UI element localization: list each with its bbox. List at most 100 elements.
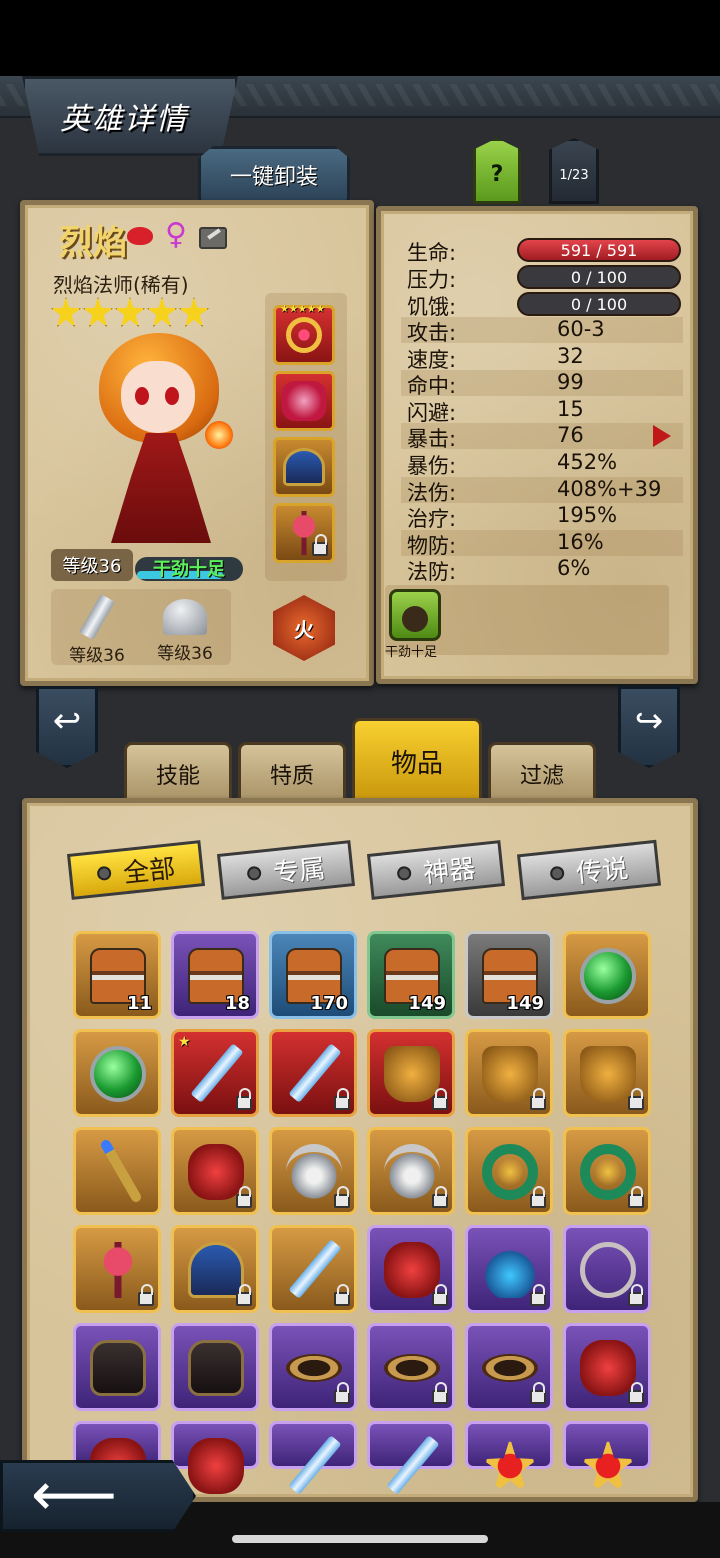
- helmet-slot[interactable]: [273, 437, 335, 497]
- inventory-item[interactable]: [367, 1421, 455, 1495]
- inventory-item[interactable]: [465, 1029, 553, 1117]
- female-icon: ♀: [165, 217, 187, 252]
- inventory-item[interactable]: 18: [171, 931, 259, 1019]
- inventory-item[interactable]: [367, 1225, 455, 1313]
- chestplate-icon: [188, 1340, 244, 1396]
- star-icon: [580, 1438, 636, 1494]
- sword-icon: [79, 593, 115, 641]
- stat-label: 暴伤:: [407, 454, 457, 478]
- inventory-item[interactable]: [269, 1323, 357, 1411]
- inventory-item[interactable]: [269, 1029, 357, 1117]
- next-hero-button[interactable]: ↪: [618, 686, 680, 768]
- lips-icon: [127, 227, 153, 245]
- inventory-item[interactable]: [563, 1421, 651, 1494]
- ring-slot[interactable]: ★★★★★: [273, 304, 335, 365]
- inventory-item[interactable]: [73, 1225, 161, 1313]
- inventory-item[interactable]: [563, 1225, 651, 1313]
- lock-icon: [312, 534, 328, 556]
- stat-value: 99: [557, 370, 584, 395]
- inventory-item[interactable]: [73, 1127, 161, 1215]
- back-button[interactable]: ⟵: [0, 1460, 196, 1532]
- inventory-item[interactable]: [171, 1323, 259, 1411]
- stat-label: 治疗:: [407, 507, 457, 532]
- inventory-item[interactable]: [269, 1225, 357, 1313]
- inventory-item[interactable]: [269, 1127, 357, 1215]
- hero-stars: [51, 297, 209, 327]
- hero-class: 烈焰法师(稀有): [53, 273, 189, 297]
- stat-label: 攻击:: [407, 321, 457, 345]
- lock-icon: [432, 1284, 448, 1306]
- filter-exclusive[interactable]: 专属: [216, 840, 356, 900]
- filter-all[interactable]: 全部: [66, 840, 206, 900]
- inventory-item[interactable]: [563, 1323, 651, 1411]
- edit-name-icon[interactable]: [199, 227, 227, 249]
- hunger-bar: 0 / 100: [517, 292, 681, 316]
- inventory-item[interactable]: [563, 1127, 651, 1215]
- item-count: 170: [310, 993, 348, 1014]
- inventory-item[interactable]: [465, 1127, 553, 1215]
- gear-armor[interactable]: 等级36: [145, 595, 225, 664]
- ring-icon: [580, 1144, 636, 1200]
- stat-value: 32: [557, 343, 584, 368]
- gear-weapon[interactable]: 等级36: [57, 593, 137, 666]
- filter-legendary[interactable]: 传说: [516, 839, 662, 901]
- stat-label: 闪避:: [407, 400, 457, 425]
- stat-row: 物防: 16%: [401, 529, 683, 558]
- radio-dot-icon: [396, 865, 412, 882]
- stat-label: 法伤:: [407, 480, 457, 505]
- prev-hero-button[interactable]: ↩: [36, 686, 98, 768]
- inventory-item[interactable]: [563, 931, 651, 1019]
- hero-level: 等级36: [51, 549, 133, 581]
- inventory-item[interactable]: 11: [73, 931, 161, 1019]
- star-icon: ★: [178, 1034, 191, 1050]
- fire-element-icon[interactable]: 火: [273, 595, 335, 661]
- stat-row: 法防: 6%: [401, 556, 683, 584]
- home-indicator[interactable]: [232, 1535, 488, 1543]
- helmet-icon: [283, 448, 325, 486]
- tab-items[interactable]: 物品: [352, 718, 482, 802]
- amulet-icon: [384, 1144, 440, 1200]
- tab-filter[interactable]: 过滤: [488, 742, 596, 802]
- lock-icon: [530, 1382, 546, 1404]
- inventory-item[interactable]: ★: [171, 1029, 259, 1117]
- armor-slot[interactable]: [273, 371, 335, 431]
- weapon-slot[interactable]: [273, 503, 335, 563]
- inventory-item[interactable]: [367, 1323, 455, 1411]
- sword-icon: [288, 1043, 342, 1103]
- armor-icon: [384, 1046, 440, 1102]
- inventory-item[interactable]: 149: [367, 931, 455, 1019]
- armor-icon: [482, 1046, 538, 1102]
- inventory-item[interactable]: [171, 1127, 259, 1215]
- inventory-item[interactable]: [171, 1225, 259, 1313]
- filter-artifact[interactable]: 神器: [366, 840, 506, 900]
- inventory-item[interactable]: [367, 1127, 455, 1215]
- expand-arrow-icon[interactable]: [653, 425, 671, 447]
- trait-icon[interactable]: [389, 589, 441, 641]
- inventory-item[interactable]: [465, 1323, 553, 1411]
- inventory-item[interactable]: [465, 1421, 553, 1494]
- lock-icon: [432, 1088, 448, 1110]
- gem-icon: [90, 1046, 146, 1102]
- radio-dot-icon: [96, 865, 112, 882]
- tab-traits[interactable]: 特质: [238, 742, 346, 802]
- inventory-item[interactable]: [73, 1029, 161, 1117]
- stat-row: 暴伤: 452%: [401, 450, 683, 478]
- unequip-all-button[interactable]: 一键卸装: [198, 146, 350, 204]
- inventory-item[interactable]: [269, 1421, 357, 1495]
- inventory-item[interactable]: [73, 1323, 161, 1411]
- page-indicator[interactable]: 1/23: [549, 138, 599, 204]
- inventory-item[interactable]: 149: [465, 931, 553, 1019]
- tab-skills[interactable]: 技能: [124, 742, 232, 802]
- inventory-item[interactable]: [367, 1029, 455, 1117]
- stat-row: 法伤: 408%+39: [401, 476, 683, 505]
- inventory-item[interactable]: [465, 1225, 553, 1313]
- lock-icon: [628, 1088, 644, 1110]
- trait-label: 干劲十足: [385, 645, 438, 660]
- cloth-icon: [188, 1438, 244, 1494]
- portrait-face: [121, 361, 195, 433]
- inventory-item[interactable]: [563, 1029, 651, 1117]
- inventory-item[interactable]: 170: [269, 931, 357, 1019]
- lock-icon: [334, 1284, 350, 1306]
- help-button[interactable]: ?: [473, 138, 521, 204]
- inventory-item[interactable]: [171, 1421, 259, 1494]
